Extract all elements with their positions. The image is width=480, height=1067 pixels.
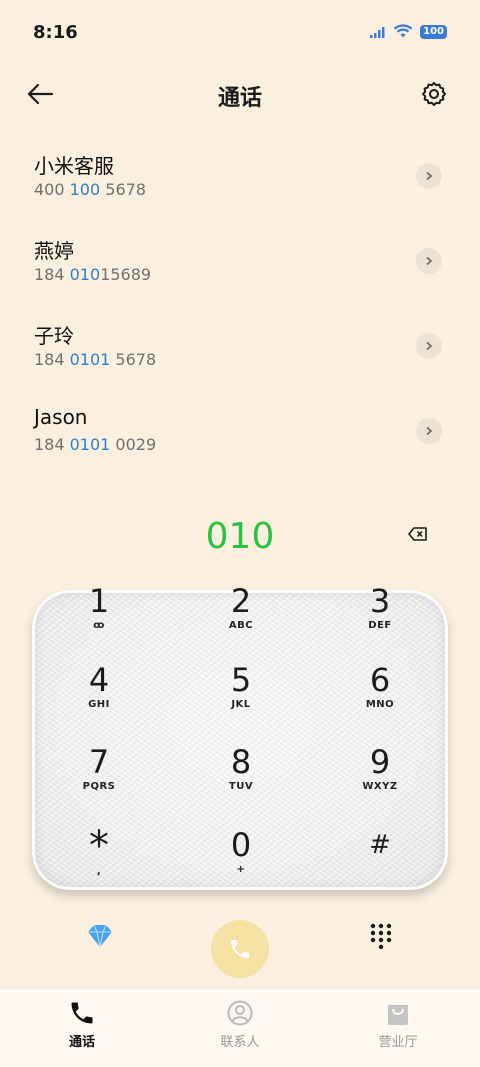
key-3[interactable]: 3 DEF (335, 584, 425, 644)
page-title: 通话 (217, 86, 262, 111)
status-icons: 100 (370, 24, 447, 39)
key-letters: ABC (228, 620, 254, 631)
key-letters: GHI (88, 699, 110, 710)
key-6[interactable]: 6 MNO (335, 663, 425, 723)
key-7[interactable]: 7 PQRS (54, 745, 144, 805)
nav-label: 联系人 (220, 1035, 260, 1050)
dial-display: 010 (0, 510, 480, 560)
contact-number: 184 01015689 (34, 265, 152, 284)
key-letters: WXYZ (362, 781, 398, 792)
nav-label: 营业厅 (378, 1035, 418, 1050)
key-digit: 5 (230, 661, 252, 699)
key-digit: 4 (88, 661, 110, 699)
key-digit: # (369, 830, 391, 860)
key-8[interactable]: 8 TUV (196, 745, 286, 805)
nav-store[interactable]: 营业厅 (358, 999, 438, 1050)
wifi-icon (393, 24, 413, 38)
key-digit: 1 (88, 582, 110, 620)
bottom-nav: 通话 联系人 营业厅 (0, 989, 480, 1067)
contact-name: 燕婷 (34, 239, 74, 263)
key-letters: + (236, 864, 246, 875)
contact-name: 子玲 (34, 324, 74, 348)
contact-name: Jason (34, 405, 88, 429)
contact-number: 184 0101 0029 (34, 435, 157, 454)
chevron-right-icon[interactable] (416, 163, 442, 189)
nav-contacts[interactable]: 联系人 (200, 999, 280, 1050)
key-digit: 7 (88, 743, 110, 781)
chevron-right-icon[interactable] (416, 333, 442, 359)
key-letters: , (96, 866, 102, 877)
call-button[interactable] (211, 920, 269, 978)
key-letters: MNO (365, 699, 395, 710)
key-letters: PQRS (82, 781, 116, 792)
key-digit: 8 (230, 743, 252, 781)
nav-calls[interactable]: 通话 (42, 999, 122, 1050)
key-digit: * (89, 823, 109, 869)
contact-result[interactable]: 燕婷 184 01015689 (0, 225, 480, 310)
key-digit: 3 (369, 582, 391, 620)
key-2[interactable]: 2 ABC (196, 584, 286, 644)
contact-number: 400 100 5678 (34, 180, 146, 199)
key-4[interactable]: 4 GHI (54, 663, 144, 723)
key-1[interactable]: 1 ꝏ (54, 584, 144, 644)
contact-result[interactable]: 小米客服 400 100 5678 (0, 140, 480, 225)
key-letters: TUV (228, 781, 254, 792)
matched-contacts-list: 小米客服 400 100 5678 燕婷 184 01015689 子玲 184… (0, 140, 480, 480)
phone-icon (71, 1002, 93, 1024)
key-digit: 6 (369, 661, 391, 699)
contact-number: 184 0101 5678 (34, 350, 157, 369)
diamond-icon[interactable] (86, 923, 114, 949)
dial-keypad: 1 ꝏ 2 ABC 3 DEF 4 GHI 5 JKL 6 MNO 7 PQRS… (32, 584, 448, 890)
nav-label: 通话 (68, 1035, 95, 1050)
backspace-icon[interactable] (408, 526, 428, 542)
contact-result[interactable]: Jason 184 0101 0029 (0, 395, 480, 480)
chevron-right-icon[interactable] (416, 248, 442, 274)
gear-icon[interactable] (420, 80, 448, 108)
key-0[interactable]: 0 + (196, 828, 286, 888)
key-9[interactable]: 9 WXYZ (335, 745, 425, 805)
status-time: 8:16 (33, 22, 78, 43)
key-letters: DEF (368, 620, 392, 631)
header: 通话 (0, 62, 480, 128)
call-action-row (0, 915, 480, 985)
key-letters: JKL (231, 699, 251, 710)
contact-name: 小米客服 (34, 154, 114, 178)
status-bar: 8:16 100 (0, 0, 480, 62)
voicemail-icon: ꝏ (93, 620, 105, 631)
contact-result[interactable]: 子玲 184 0101 5678 (0, 310, 480, 395)
key-star[interactable]: * , (54, 823, 144, 888)
key-digit: 2 (230, 582, 252, 620)
phone-icon (231, 940, 249, 958)
signal-icon (370, 26, 385, 38)
battery-indicator: 100 (420, 24, 447, 39)
key-digit: 0 (230, 826, 252, 864)
contact-icon (227, 1000, 253, 1026)
chevron-right-icon[interactable] (416, 418, 442, 444)
shopping-bag-icon (388, 1005, 408, 1025)
dialpad-toggle-icon[interactable] (369, 923, 393, 949)
key-digit: 9 (369, 743, 391, 781)
key-5[interactable]: 5 JKL (196, 663, 286, 723)
key-hash[interactable]: # (335, 828, 425, 888)
